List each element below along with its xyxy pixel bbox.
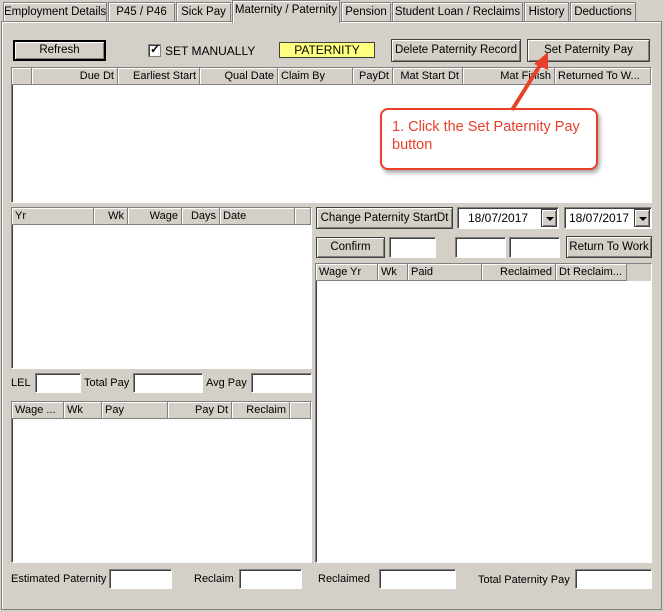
column-header[interactable]: Paid — [408, 264, 482, 281]
paternity-pay-header: Wage ... Wk Pay Pay Dt Reclaim — [12, 402, 311, 419]
lel-label: LEL — [11, 377, 31, 389]
total-pay-label: Total Pay — [84, 377, 130, 389]
column-header[interactable]: Pay — [102, 402, 168, 419]
column-header[interactable]: Earliest Start — [118, 68, 200, 85]
total-paternity-pay-field[interactable] — [575, 569, 652, 589]
return-to-work-button[interactable]: Return To Work — [566, 236, 652, 258]
total-paternity-pay-label: Total Paternity Pay — [478, 574, 570, 586]
paternity-badge: PATERNITY — [279, 42, 375, 58]
reclaimed-label: Reclaimed — [318, 573, 370, 585]
column-header[interactable]: Wk — [94, 208, 128, 225]
reclaim-list[interactable]: Wage Yr Wk Paid Reclaimed Dt Reclaim... — [315, 263, 652, 563]
instruction-callout: 1. Click the Set Paternity Pay button — [380, 108, 598, 170]
tab-sick-pay[interactable]: Sick Pay — [176, 2, 231, 22]
column-header[interactable]: Days — [182, 208, 220, 225]
reclaim-label: Reclaim — [194, 573, 234, 585]
column-header[interactable]: PayDt — [353, 68, 393, 85]
start-date-combo[interactable]: 18/07/2017 — [457, 207, 559, 229]
set-manually-checkbox[interactable]: ✓ — [148, 42, 161, 57]
checkmark-icon: ✓ — [150, 42, 161, 56]
confirm-field[interactable] — [389, 237, 436, 258]
tab-maternity-paternity[interactable]: Maternity / Paternity — [232, 0, 340, 23]
wage-history-list[interactable]: Yr Wk Wage Days Date — [11, 207, 312, 369]
date-field-1[interactable] — [455, 237, 506, 258]
refresh-button[interactable]: Refresh — [13, 40, 106, 61]
tab-pension[interactable]: Pension — [341, 2, 391, 22]
column-header[interactable]: Mat Start Dt — [393, 68, 463, 85]
column-header[interactable]: Due Dt — [32, 68, 118, 85]
column-header[interactable]: Wage ... — [12, 402, 64, 419]
start-date-value: 18/07/2017 — [468, 211, 529, 225]
column-header[interactable]: Wk — [64, 402, 102, 419]
column-header[interactable]: Wage Yr — [316, 264, 378, 281]
paternity-pay-list[interactable]: Wage ... Wk Pay Pay Dt Reclaim — [11, 401, 312, 563]
wage-history-header: Yr Wk Wage Days Date — [12, 208, 311, 225]
annotation-arrow-icon — [510, 52, 548, 112]
tab-deductions[interactable]: Deductions — [570, 2, 636, 22]
end-date-combo[interactable]: 18/07/2017 — [564, 207, 652, 229]
reclaimed-field[interactable] — [379, 569, 456, 589]
chevron-down-icon[interactable] — [541, 209, 557, 227]
lel-field[interactable] — [35, 373, 81, 393]
reclaim-list-header: Wage Yr Wk Paid Reclaimed Dt Reclaim... — [316, 264, 651, 281]
column-header[interactable]: Dt Reclaim... — [556, 264, 627, 281]
column-header[interactable]: Reclaimed — [482, 264, 556, 281]
chevron-down-icon[interactable] — [634, 209, 650, 227]
date-field-2[interactable] — [509, 237, 560, 258]
tab-p45-p46[interactable]: P45 / P46 — [108, 2, 175, 22]
column-header[interactable]: Yr — [12, 208, 94, 225]
confirm-button[interactable]: Confirm — [316, 237, 385, 258]
end-date-value: 18/07/2017 — [569, 211, 630, 225]
column-header[interactable]: Claim By — [278, 68, 353, 85]
column-header[interactable] — [12, 68, 32, 85]
estimated-paternity-field[interactable] — [109, 569, 172, 589]
column-header[interactable]: Date — [220, 208, 295, 225]
change-paternity-startdt-button[interactable]: Change Paternity StartDt — [316, 207, 453, 229]
column-header[interactable]: Qual Date — [200, 68, 278, 85]
column-header[interactable] — [295, 208, 311, 225]
total-pay-field[interactable] — [133, 373, 203, 393]
reclaim-field[interactable] — [239, 569, 302, 589]
tab-employment-details[interactable]: Employment Details — [3, 2, 107, 22]
column-header[interactable]: Wage — [128, 208, 182, 225]
tab-student-loan-reclaims[interactable]: Student Loan / Reclaims — [392, 2, 523, 22]
estimated-paternity-label: Estimated Paternity — [11, 573, 107, 585]
tab-history[interactable]: History — [524, 2, 569, 22]
column-header[interactable] — [290, 402, 311, 419]
column-header[interactable]: Reclaim — [232, 402, 290, 419]
avg-pay-field[interactable] — [251, 373, 312, 393]
column-header[interactable]: Wk — [378, 264, 408, 281]
column-header[interactable]: Returned To W... — [555, 68, 651, 85]
set-manually-label: SET MANUALLY — [165, 44, 256, 58]
avg-pay-label: Avg Pay — [206, 377, 247, 389]
column-header[interactable]: Pay Dt — [168, 402, 232, 419]
